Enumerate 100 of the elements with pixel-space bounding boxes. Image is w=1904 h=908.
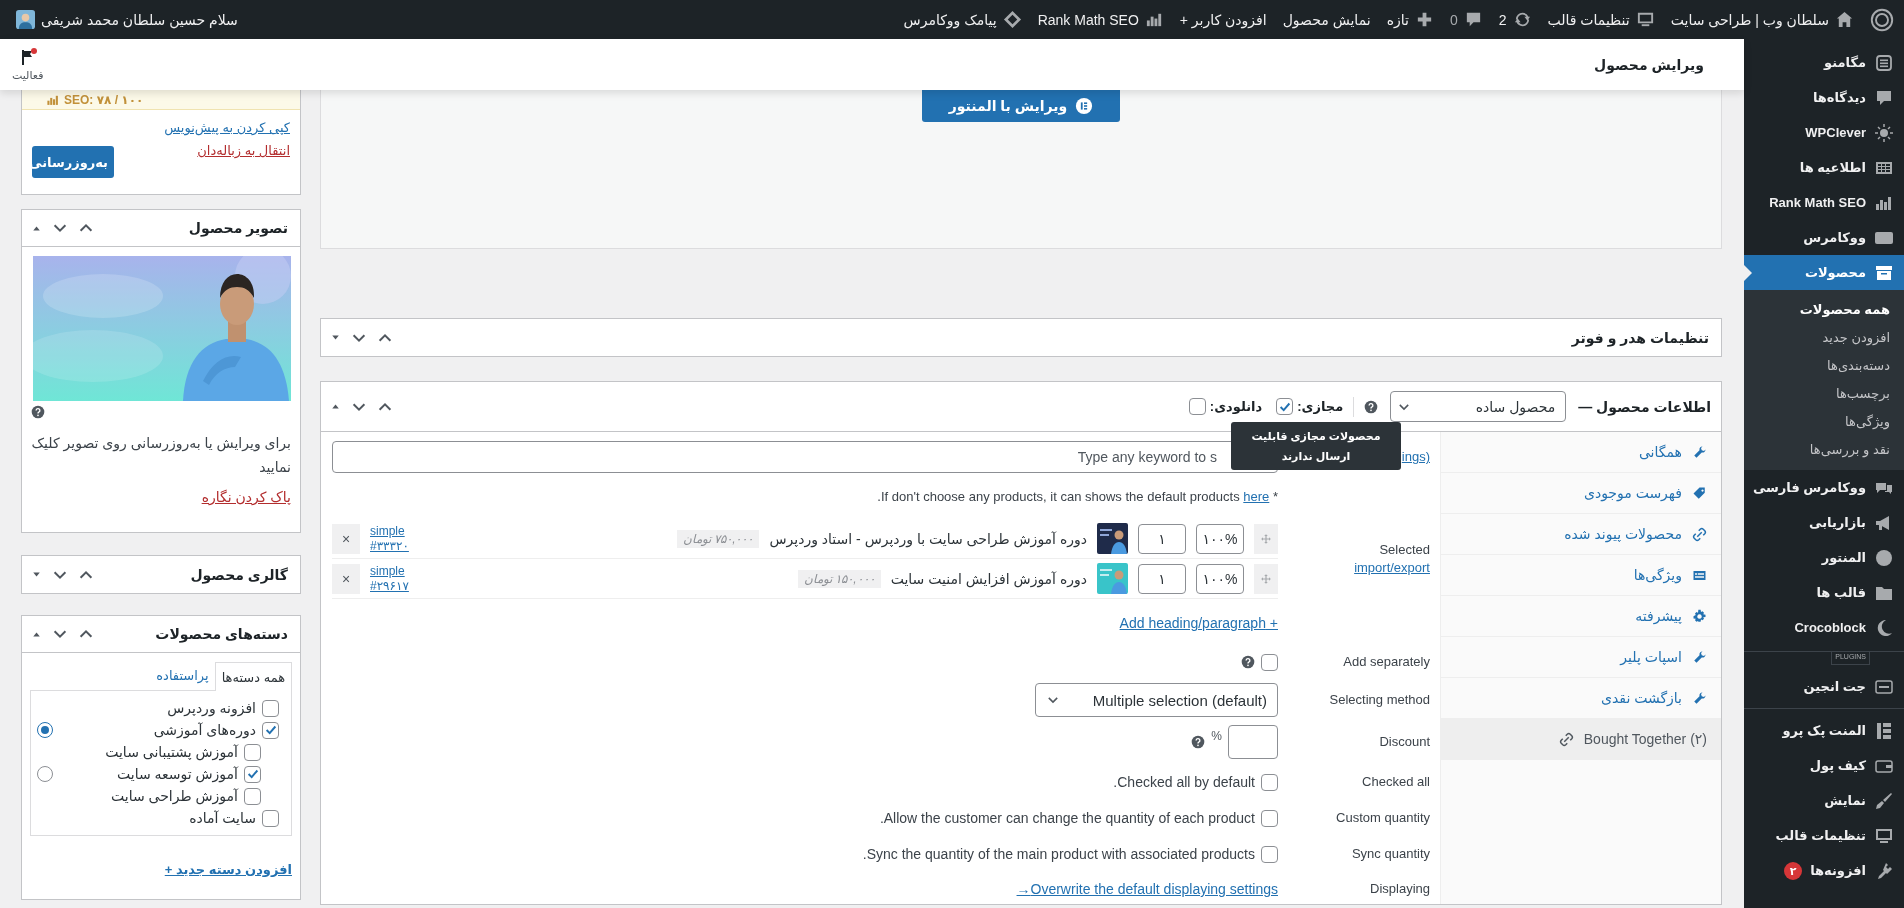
menu-item[interactable]: Crocoblock [1744, 610, 1904, 645]
box-title: دسته‌های محصولات [155, 626, 288, 642]
link[interactable]: افزودن دسته جدید + [164, 862, 292, 877]
select-field[interactable]: Multiple selection (default) [1035, 683, 1278, 717]
toolbar-link[interactable]: Rank Math SEO [1029, 0, 1172, 39]
toolbar-link[interactable]: پیامک ووکامرس [895, 0, 1030, 39]
checkbox[interactable] [1276, 398, 1294, 415]
hint-text: * If don't choose any products, it can shows the default products here . [877, 488, 1278, 504]
drag-handle[interactable] [1254, 563, 1278, 594]
menu-item[interactable]: جت انجین [1744, 669, 1904, 704]
link[interactable]: پاک کردن نگاره [201, 489, 291, 505]
checkbox[interactable] [262, 721, 279, 739]
checkbox[interactable] [262, 809, 279, 827]
hint-text: برای ویرایش یا به‌روزرسانی روی تصویر کلیک نمایید [31, 434, 291, 477]
checkbox[interactable] [1261, 773, 1278, 791]
toolbar-link[interactable]: 2 [1490, 0, 1540, 39]
link[interactable]: simple [370, 523, 405, 539]
checkbox[interactable] [244, 765, 261, 783]
menu-item[interactable]: محصولات [1744, 255, 1904, 290]
remove-button[interactable]: × [332, 523, 360, 554]
submenu-item[interactable]: ویژگی‌ها [1744, 408, 1904, 436]
tab[interactable]: پیشرفته [1441, 596, 1721, 637]
menu-item[interactable]: ووکامرس [1744, 220, 1904, 255]
quantity-field[interactable]: ۱ [1138, 563, 1186, 594]
account-link[interactable]: سلام حسین سلطان محمد شریفی [8, 0, 246, 39]
checkbox[interactable] [244, 743, 261, 761]
select-field[interactable]: محصول ساده [1390, 391, 1567, 422]
radio-button[interactable] [37, 766, 53, 782]
link[interactable]: ings) [1401, 449, 1430, 464]
menu-item[interactable]: مگامنو [1744, 45, 1904, 80]
checkbox[interactable] [1261, 653, 1278, 671]
checkbox[interactable] [1261, 845, 1278, 863]
tab[interactable]: فهرست موجودی [1441, 473, 1721, 514]
search-field[interactable]: Type any keyword to s [332, 441, 1278, 473]
menu-item[interactable]: بازاریابی [1744, 505, 1904, 540]
menu-item[interactable]: نمایش [1744, 783, 1904, 818]
toolbar-link[interactable]: تازه [1378, 0, 1442, 39]
link[interactable]: simple [370, 563, 405, 579]
submenu-item[interactable]: دسته‌بندی‌ها [1744, 352, 1904, 380]
help-icon[interactable] [31, 405, 45, 419]
percent-field[interactable]: ۱۰۰% [1196, 563, 1244, 594]
discount-field[interactable] [1228, 725, 1278, 759]
menu-item[interactable]: اطلاعیه ها [1744, 150, 1904, 185]
link-icon [1692, 526, 1707, 542]
submenu-item[interactable]: برچسب‌ها [1744, 380, 1904, 408]
toolbar-link[interactable]: افزودن کاربر + [1171, 0, 1275, 39]
field-label: Custom quantity [1336, 810, 1430, 825]
drag-handle[interactable] [1254, 523, 1278, 554]
tab[interactable]: اسپات پلیر [1441, 637, 1721, 678]
toolbar-link[interactable]: 0 [1441, 0, 1491, 39]
brush-icon [1874, 790, 1894, 811]
checkbox[interactable] [1188, 398, 1206, 415]
percent-field[interactable]: ۱۰۰% [1196, 523, 1244, 554]
submenu-item[interactable]: افزودن جدید [1744, 324, 1904, 352]
box-title: تصویر محصول [188, 220, 288, 236]
menu-item[interactable]: تنظیمات قالب [1744, 818, 1904, 853]
menu-item[interactable]: کیف پول [1744, 748, 1904, 783]
submenu-item[interactable]: همه محصولات [1744, 296, 1904, 324]
wrench-icon [1692, 649, 1707, 665]
link[interactable]: Overwrite the default displaying settings→ [1016, 881, 1278, 897]
update-button[interactable]: به‌روزرسانی [32, 146, 114, 178]
link[interactable]: #۳۳۳۲۰ [370, 538, 409, 554]
help-icon[interactable] [1241, 655, 1255, 669]
menu-item[interactable]: ووکامرس فارسی [1744, 470, 1904, 505]
toolbar-link[interactable]: نمایش محصول [1274, 0, 1379, 39]
link[interactable]: کپی کردن به پیش‌نویس [164, 120, 290, 135]
toolbar-link[interactable]: تنظیمات قالب [1539, 0, 1663, 39]
tab[interactable]: محصولات پیوند شده [1441, 514, 1721, 555]
checkbox[interactable] [262, 699, 279, 717]
submenu-item[interactable]: نقد و بررسی‌ها [1744, 436, 1904, 464]
circle-icon [1874, 547, 1894, 568]
menu-item[interactable]: المنت پک پرو [1744, 713, 1904, 748]
menu-item[interactable]: قالب ها [1744, 575, 1904, 610]
help-icon[interactable] [1364, 399, 1379, 414]
editor-button[interactable]: ویرایش با المنتور [922, 90, 1120, 122]
logo-icon[interactable] [1870, 7, 1894, 32]
link[interactable]: #۲۹۶۱۷ [370, 578, 409, 594]
tab[interactable]: پراستفاده [150, 661, 215, 690]
tab[interactable]: همه دسته‌ها [214, 662, 292, 691]
quantity-field[interactable]: ۱ [1138, 523, 1186, 554]
tab[interactable]: ویژگی‌ها [1441, 555, 1721, 596]
tab[interactable]: همگانی [1441, 432, 1721, 473]
menu-item[interactable]: دیدگاه‌ها [1744, 80, 1904, 115]
remove-button[interactable]: × [332, 563, 360, 594]
menu-item[interactable]: Rank Math SEO [1744, 185, 1904, 220]
link[interactable]: انتقال به زباله‌دان [164, 143, 290, 158]
link[interactable]: here [1243, 488, 1270, 504]
category-label: دوره‌های آموزشی [153, 722, 256, 738]
tab[interactable]: Bought Together (۲) [1441, 719, 1721, 760]
activity-button[interactable]: فعالیت [8, 47, 48, 82]
help-icon[interactable] [1191, 735, 1206, 749]
menu-item[interactable]: WPClever [1744, 115, 1904, 150]
radio-button[interactable] [37, 722, 53, 738]
toolbar-link[interactable]: سلطان وب | طراحی سایت [1662, 0, 1862, 39]
checkbox[interactable] [244, 787, 261, 805]
checkbox[interactable] [1261, 809, 1278, 827]
link[interactable]: + Add heading/paragraph [1119, 615, 1278, 631]
menu-item[interactable]: المنتور [1744, 540, 1904, 575]
link[interactable]: import/export [1354, 560, 1430, 575]
menu-item[interactable]: افزونه‌ها ۲ [1744, 853, 1904, 888]
